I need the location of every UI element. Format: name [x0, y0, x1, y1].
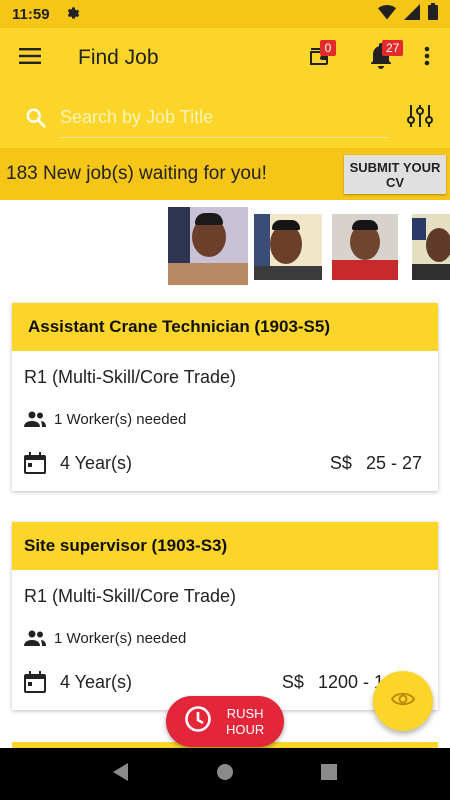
submit-cv-button[interactable]: SUBMIT YOUR CV [344, 155, 446, 194]
search-input[interactable] [60, 98, 388, 138]
worker-photo[interactable] [332, 214, 398, 280]
battery-icon [428, 3, 438, 25]
wifi-icon [378, 4, 396, 25]
calendar-icon [24, 671, 60, 693]
new-jobs-message: 183 New job(s) waiting for you! [6, 163, 267, 184]
status-time: 11:59 [12, 5, 50, 23]
job-card-header: Site supervisor (1903-S3) [12, 522, 438, 570]
worker-photo[interactable] [412, 214, 450, 280]
app-bar: Find Job 0 27 [0, 28, 450, 88]
rush-hour-button[interactable]: RUSH HOUR [166, 696, 284, 747]
worker-photo-strip [0, 200, 450, 290]
rush-hour-label-line1: RUSH [226, 705, 264, 721]
cellular-icon [404, 3, 420, 25]
calendar-icon [24, 452, 60, 474]
job-card[interactable]: Site supervisor (1903-S3) R1 (Multi-Skil… [12, 522, 438, 710]
recents-button[interactable] [320, 763, 337, 785]
experience-years: 4 Year(s) [60, 452, 133, 473]
people-icon [24, 630, 54, 646]
rush-hour-label-line2: HOUR [226, 721, 265, 737]
salary-range: 25 - 27 [365, 452, 422, 473]
worker-photo[interactable] [168, 207, 248, 285]
job-title: Assistant Crane Technician (1903-S5) [28, 317, 331, 336]
job-card-header: Assistant Crane Technician (1903-S5) [12, 303, 438, 351]
search-icon [12, 88, 60, 148]
salary-currency: S$ [281, 671, 304, 692]
job-title: Site supervisor (1903-S3) [24, 536, 228, 555]
people-icon [24, 411, 54, 427]
more-vert-icon [424, 46, 430, 71]
filter-sliders-icon [406, 102, 434, 135]
menu-button[interactable] [0, 28, 60, 88]
status-bar: 11:59 [0, 0, 450, 28]
home-button[interactable] [216, 763, 234, 786]
salary-currency: S$ [329, 452, 352, 473]
view-fab-button[interactable] [373, 671, 433, 731]
page-title: Find Job [78, 46, 159, 69]
workers-needed: 1 Worker(s) needed [54, 410, 187, 428]
clock-icon [184, 705, 212, 738]
experience-years: 4 Year(s) [60, 671, 133, 692]
workers-needed: 1 Worker(s) needed [54, 629, 187, 647]
eye-icon [390, 690, 416, 713]
new-jobs-banner: 183 New job(s) waiting for you! SUBMIT Y… [0, 148, 450, 200]
system-navigation-bar [0, 748, 450, 800]
notification-badge: 27 [382, 40, 404, 56]
search-bar [0, 88, 450, 148]
job-card[interactable]: Assistant Crane Technician (1903-S5) R1 … [12, 303, 438, 491]
job-trade: R1 (Multi-Skill/Core Trade) [24, 585, 237, 606]
gear-icon [64, 4, 80, 25]
job-trade: R1 (Multi-Skill/Core Trade) [24, 366, 237, 387]
more-options-button[interactable] [412, 28, 442, 88]
menu-icon [19, 47, 41, 69]
back-button[interactable] [113, 762, 129, 786]
filter-button[interactable] [390, 88, 450, 148]
wallet-badge: 0 [320, 40, 336, 56]
worker-photo[interactable] [254, 214, 322, 280]
notifications-button[interactable]: 27 [350, 28, 412, 88]
wallet-button[interactable]: 0 [288, 28, 350, 88]
